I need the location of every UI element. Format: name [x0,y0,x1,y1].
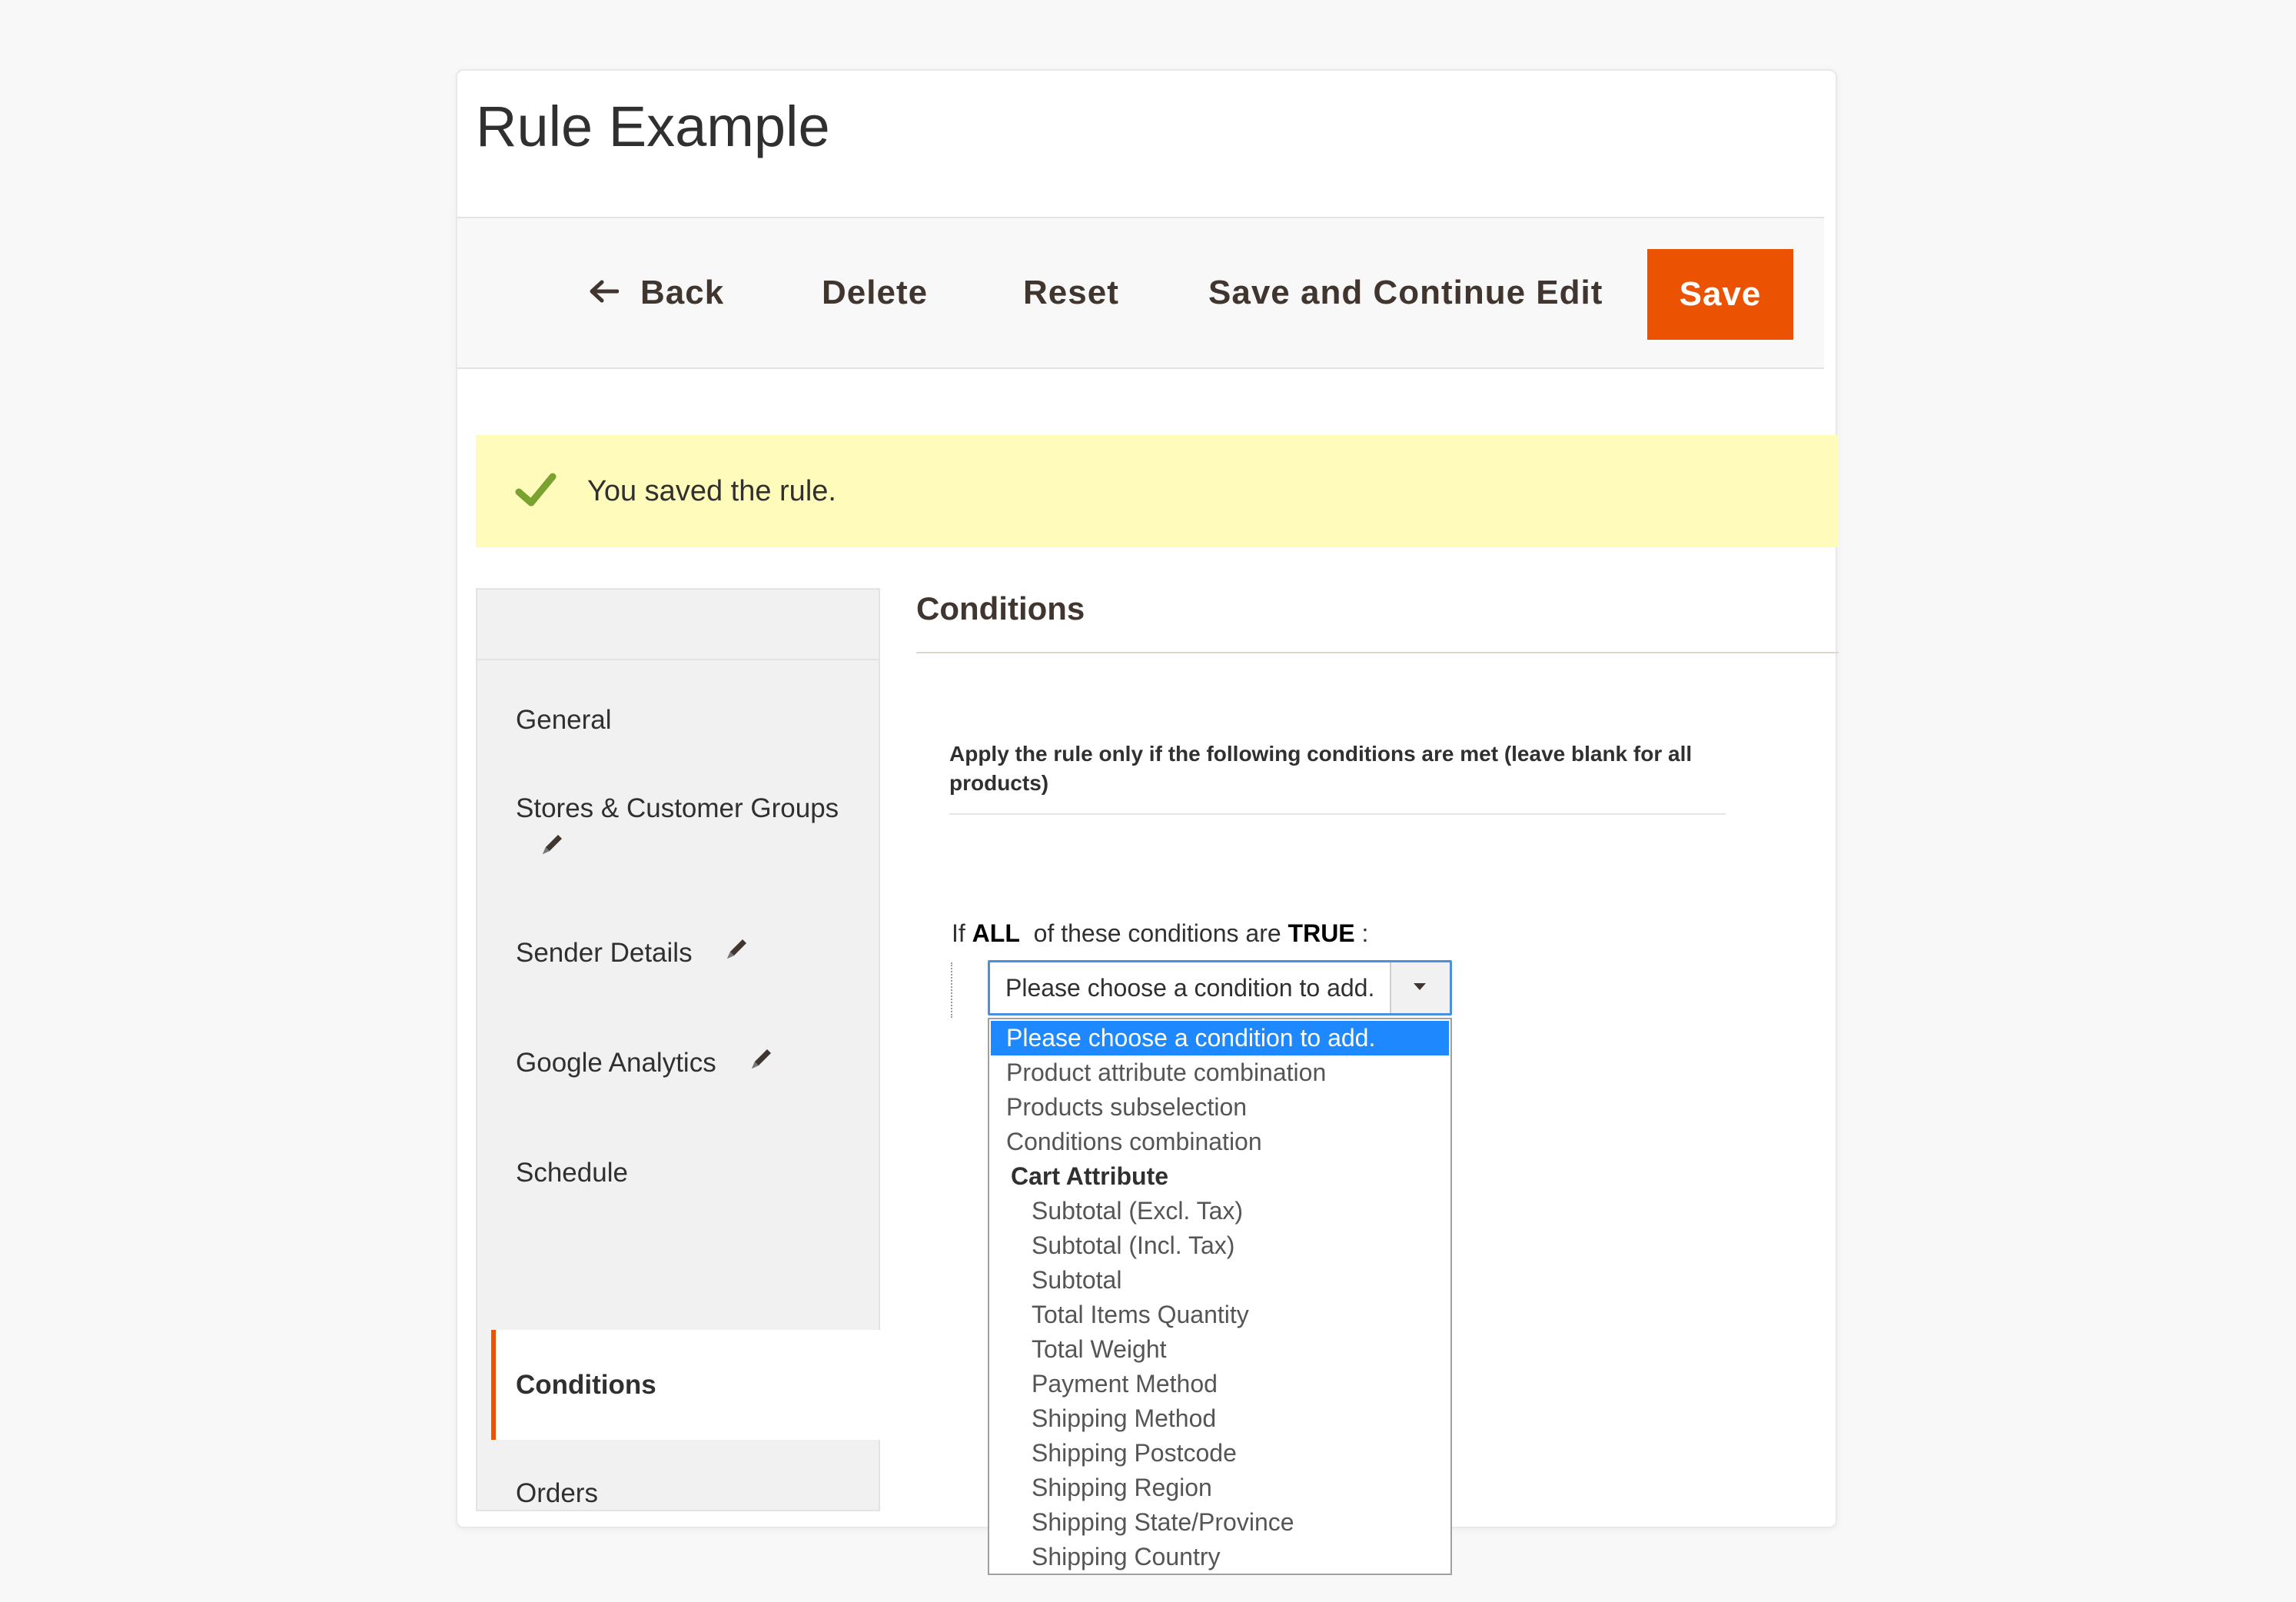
dropdown-option[interactable]: Product attribute combination [989,1055,1450,1090]
rule-edit-panel: Rule Example Back Delete Reset Save and … [456,69,1839,1575]
page-actions-toolbar: Back Delete Reset Save and Continue Edit… [457,217,1824,369]
dropdown-option[interactable]: Shipping Postcode [989,1436,1450,1471]
back-button[interactable]: Back [588,218,724,367]
section-divider [916,652,1839,653]
reset-button[interactable]: Reset [1023,218,1119,367]
dropdown-option[interactable]: Please choose a condition to add. [991,1021,1449,1055]
option-group-label: Cart Attribute [1011,1162,1169,1190]
condition-options-dropdown[interactable]: Please choose a condition to add. Product… [988,1018,1452,1575]
aggregator-toggle[interactable]: ALL [972,919,1020,947]
tab-label: Stores & Customer Groups [516,793,839,823]
tab-label: Google Analytics [516,1048,716,1078]
tab-orders[interactable]: Orders [477,1440,879,1510]
condition-rule-line: If ALL of these conditions are TRUE : [952,919,1368,948]
section-title: Conditions [916,590,1085,627]
dropdown-option[interactable]: Payment Method [989,1367,1450,1401]
condition-suffix: : [1361,919,1369,947]
dropdown-option[interactable]: Shipping State/Province [989,1505,1450,1540]
checkmark-icon [515,473,557,507]
dropdown-option[interactable]: Total Weight [989,1332,1450,1367]
success-message-text: You saved the rule. [587,475,836,507]
new-condition-select[interactable]: Please choose a condition to add. [988,960,1452,1015]
tab-conditions[interactable]: Conditions [491,1330,880,1440]
pencil-icon [727,939,746,959]
rule-tabs-sidebar: General Stores & Customer Groups Sender … [476,588,880,1511]
condition-mid-text: of these conditions are [1033,919,1281,947]
tab-schedule[interactable]: Schedule [477,1098,879,1208]
if-prefix: If [952,919,965,947]
save-and-continue-button[interactable]: Save and Continue Edit [1208,218,1603,367]
tab-stores-customer-groups[interactable]: Stores & Customer Groups [477,769,879,879]
dropdown-option[interactable]: Products subselection [989,1090,1450,1125]
description-divider [949,813,1726,815]
tab-sender-details[interactable]: Sender Details [477,879,879,989]
tab-label: General [516,705,612,735]
dropdown-option[interactable]: Subtotal [989,1263,1450,1298]
value-toggle[interactable]: TRUE [1288,919,1355,947]
conditions-description: Apply the rule only if the following con… [949,742,1693,795]
dropdown-option[interactable]: Subtotal (Excl. Tax) [989,1194,1450,1228]
tab-label: Conditions [516,1370,656,1400]
page-title: Rule Example [476,95,830,158]
dropdown-option[interactable]: Shipping Country [989,1540,1450,1574]
tab-general[interactable]: General [477,659,879,769]
delete-button[interactable]: Delete [822,218,928,367]
success-message: You saved the rule. [476,435,1838,547]
arrow-left-icon [590,280,620,303]
select-arrow[interactable] [1390,962,1450,1013]
pencil-icon [543,835,562,854]
condition-tree-line [951,962,952,1018]
pencil-icon [752,1049,771,1069]
dropdown-option[interactable]: Conditions combination [989,1125,1450,1159]
dropdown-option[interactable]: Subtotal (Incl. Tax) [989,1228,1450,1263]
save-button[interactable]: Save [1647,249,1793,340]
dropdown-option[interactable]: Shipping Region [989,1471,1450,1505]
dropdown-option[interactable]: Shipping Method [989,1401,1450,1436]
tabs-header [477,590,879,660]
dropdown-option[interactable]: Total Items Quantity [989,1298,1450,1332]
chevron-down-icon [1414,983,1426,990]
tab-google-analytics[interactable]: Google Analytics [477,989,879,1098]
tab-label: Sender Details [516,938,693,968]
tab-label: Schedule [516,1158,628,1188]
back-label: Back [640,274,725,311]
tab-label: Orders [516,1478,598,1508]
select-value: Please choose a condition to add. [1005,974,1375,1002]
